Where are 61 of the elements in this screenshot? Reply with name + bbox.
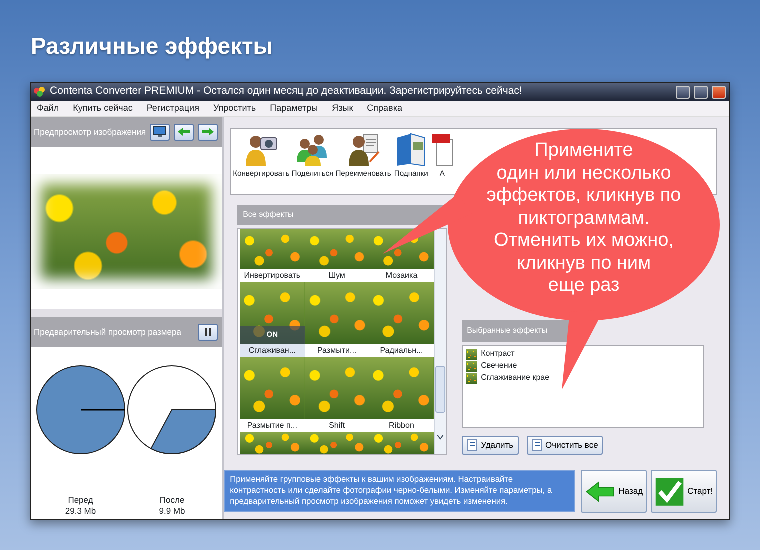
document-icon <box>532 439 543 452</box>
list-button[interactable]: Очистить все <box>526 436 604 455</box>
effect-label[interactable]: Размыти... <box>304 344 370 357</box>
app-logo-icon <box>34 87 46 97</box>
monitor-button[interactable] <box>150 124 170 140</box>
list-item[interactable]: Сглаживание крае <box>481 372 550 384</box>
list-item[interactable]: Контраст <box>481 348 515 360</box>
photo-placeholder <box>369 357 434 419</box>
back-button[interactable]: Назад <box>581 470 648 513</box>
panel-title: Все эффекты <box>243 209 294 221</box>
menu-item[interactable]: Упростить <box>213 102 256 116</box>
monitor-icon <box>153 126 168 138</box>
size-value: 9.9 Mb <box>158 506 186 517</box>
effect-label[interactable]: Радиальн... <box>369 344 434 357</box>
list-button[interactable]: Удалить <box>462 436 519 455</box>
size-value: 29.3 Mb <box>64 506 98 517</box>
minimize-button[interactable] <box>676 86 690 98</box>
effect-label[interactable]: Инвертировать <box>240 269 305 282</box>
menu-item[interactable]: Язык <box>332 102 354 116</box>
start-button[interactable]: Старт! <box>651 470 718 513</box>
panel-title: Выбранные эффекты <box>467 325 548 337</box>
maximize-button[interactable] <box>694 86 708 98</box>
size-label: После <box>158 495 186 506</box>
photo-placeholder <box>369 432 434 454</box>
photo-placeholder <box>369 282 434 344</box>
speech-bubble-text: Примените один или несколько эффектов, кликнув по пиктограммам. Отменить их можно, кликнув по ним еще раз <box>486 140 682 298</box>
thumbnail-icon <box>466 360 478 372</box>
menu-item[interactable]: Файл <box>37 102 60 116</box>
thumbnail-icon <box>466 372 478 384</box>
photo-placeholder <box>240 229 305 269</box>
panel-title: Предпросмотр изображения <box>34 126 146 138</box>
menu-item[interactable]: Купить сейчас <box>73 102 133 116</box>
window-title: Contenta Converter PREMIUM - Остался один месяц до деактивации. Зарегистрируйтесь сейчас! <box>50 84 524 100</box>
effect-label[interactable]: Ribbon <box>369 419 434 432</box>
page-heading: Различные эффекты <box>31 32 273 61</box>
size-label: Перед <box>67 495 94 506</box>
panel-title: Предварительный просмотр размера <box>34 326 182 338</box>
photo-placeholder <box>240 432 305 454</box>
pause-button[interactable] <box>198 324 218 340</box>
menu-item[interactable]: Регистрация <box>146 102 200 116</box>
effect-label[interactable]: Сглаживан... <box>240 344 305 357</box>
close-button[interactable] <box>712 86 726 98</box>
left-arrow-icon <box>177 127 192 138</box>
menu-item[interactable]: Параметры <box>270 102 318 116</box>
pause-icon <box>203 327 214 338</box>
document-icon <box>467 439 478 452</box>
right-arrow-icon <box>201 127 216 138</box>
scrollbar[interactable] <box>434 229 446 454</box>
pdf-document-icon <box>431 132 454 168</box>
list-item[interactable]: Свечение <box>481 360 518 372</box>
effect-label[interactable]: Мозаика <box>369 269 434 282</box>
effect-label[interactable]: Размытие п... <box>240 419 305 432</box>
info-text: Применяйте групповые эффекты к вашим изображениям. Настраивайте контрастность или сделайте фотографии черно-белыми. Изменяйте параметры, а предварительный просмотр изображения поможет увидеть изменения. <box>224 470 576 512</box>
next-button[interactable] <box>198 124 218 140</box>
effect-label[interactable]: Шум <box>304 269 370 282</box>
photo-placeholder <box>304 357 370 419</box>
previous-button[interactable] <box>174 124 194 140</box>
menu-item[interactable]: Справка <box>367 102 402 116</box>
effect-label[interactable]: Shift <box>304 419 370 432</box>
photo-placeholder <box>240 357 305 419</box>
thumbnail-icon <box>466 348 478 360</box>
